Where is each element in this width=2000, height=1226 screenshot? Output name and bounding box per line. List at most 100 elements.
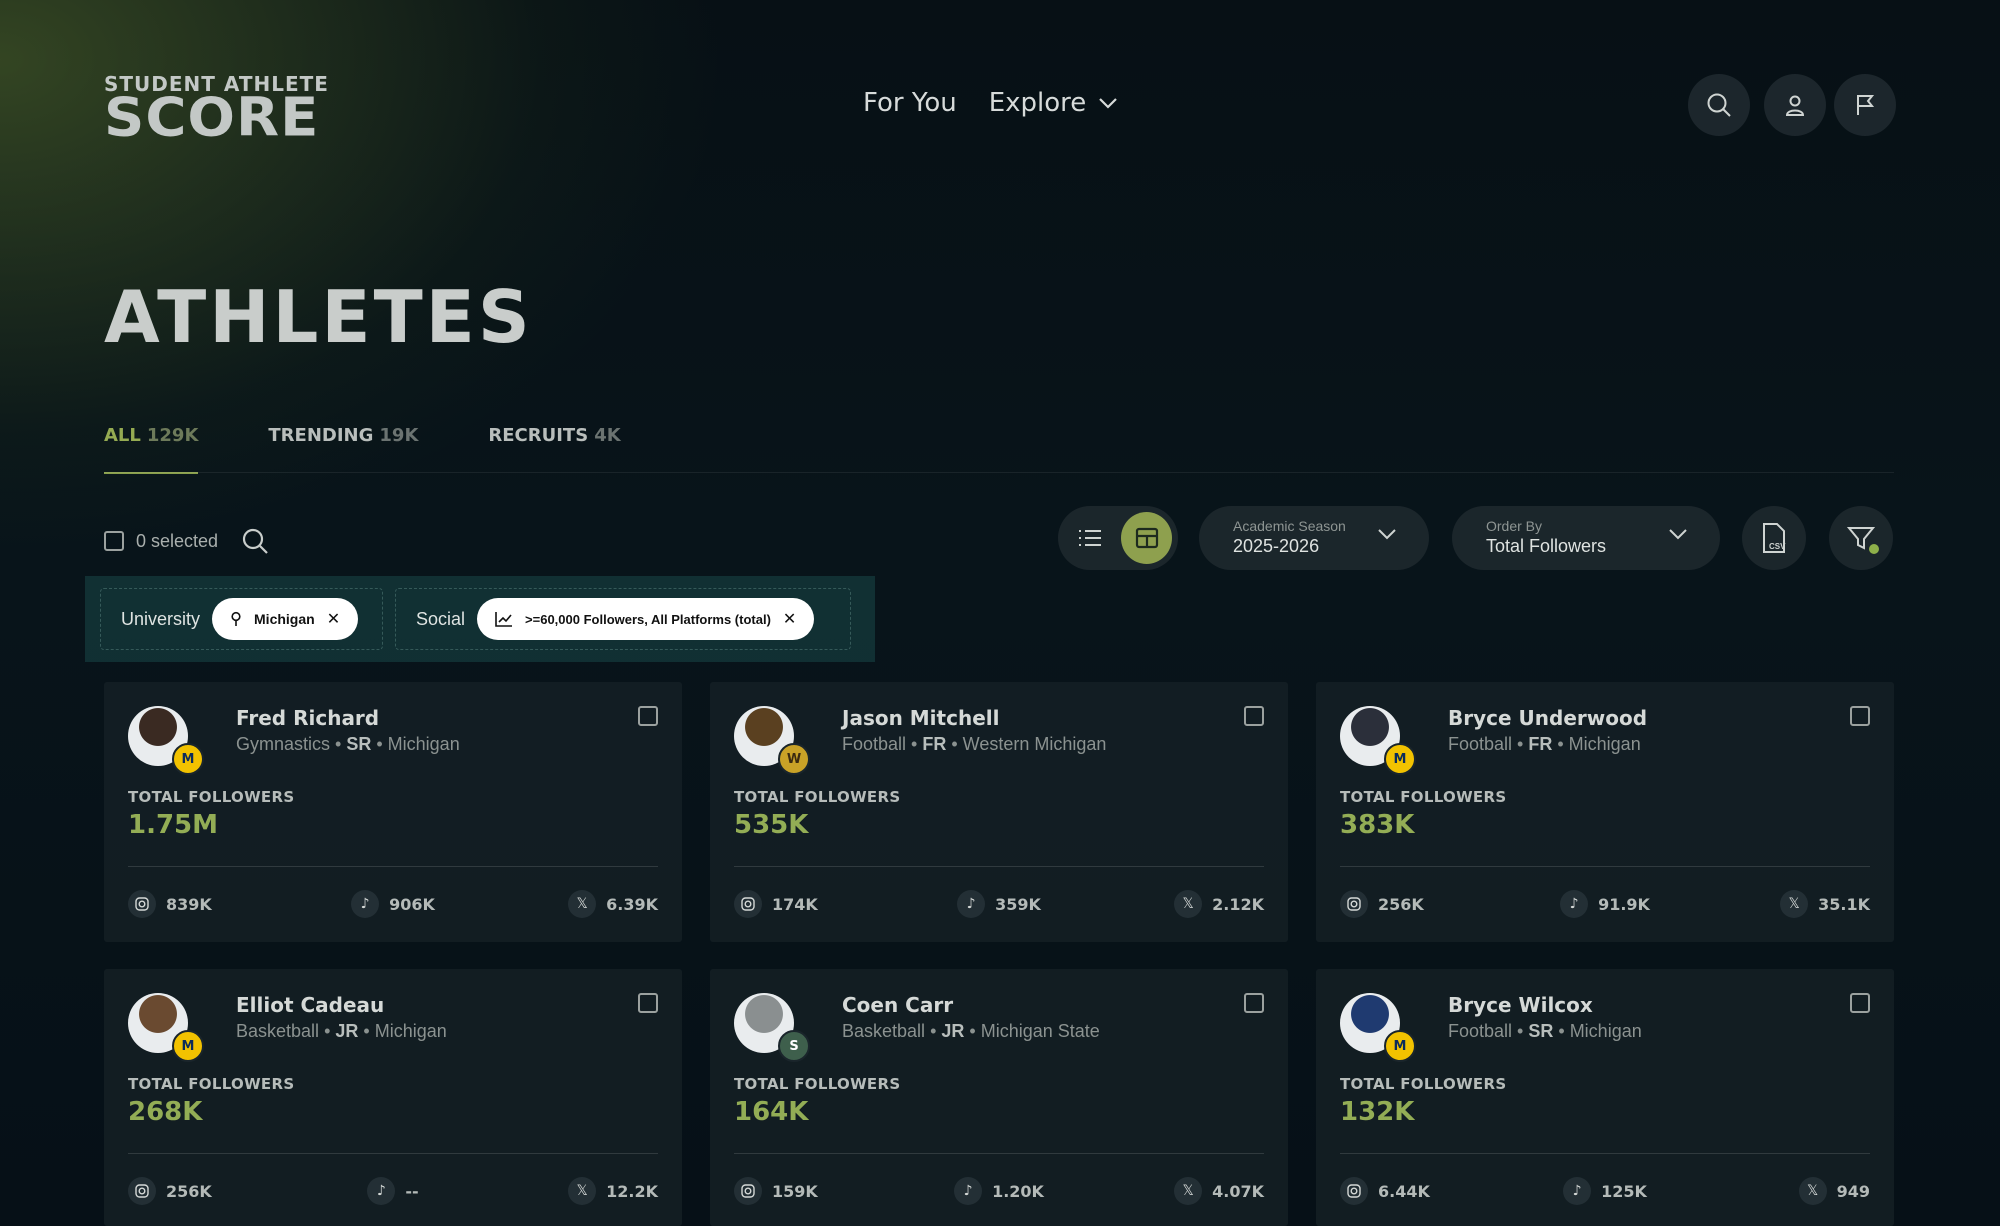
athlete-name[interactable]: Elliot Cadeau	[236, 993, 384, 1017]
athlete-name[interactable]: Fred Richard	[236, 706, 379, 730]
social-filter: Social >=60,000 Followers, All Platforms…	[395, 588, 851, 650]
total-followers-label: TOTAL FOLLOWERS	[1340, 788, 1507, 806]
nav-explore[interactable]: Explore	[989, 88, 1119, 118]
tiktok-count: 359K	[995, 894, 1041, 914]
tiktok-icon: ♪	[954, 1177, 983, 1205]
athlete-name[interactable]: Jason Mitchell	[842, 706, 999, 730]
school-badge: M	[172, 743, 204, 775]
athlete-card[interactable]: M Bryce Underwood Football • FR • Michig…	[1316, 682, 1894, 942]
athlete-card[interactable]: S Coen Carr Basketball • JR • Michigan S…	[710, 969, 1288, 1226]
x-count: 4.07K	[1212, 1181, 1264, 1201]
x-icon: 𝕏	[1174, 1177, 1203, 1205]
x-count: 949	[1836, 1181, 1870, 1201]
tiktok-count: 125K	[1601, 1181, 1647, 1201]
athlete-name[interactable]: Bryce Wilcox	[1448, 993, 1593, 1017]
athlete-sport: Gymnastics	[236, 734, 331, 754]
tiktok-icon: ♪	[1560, 890, 1589, 918]
athlete-year: SR	[1528, 1021, 1554, 1041]
order-label: Order By	[1486, 518, 1543, 534]
tab-trending[interactable]: TRENDING 19K	[268, 425, 418, 474]
athlete-sport: Football	[1448, 734, 1513, 754]
total-followers-value: 1.75M	[128, 810, 219, 840]
x-icon: 𝕏	[1174, 890, 1203, 918]
logo[interactable]: STUDENT ATHLETE SCORE	[104, 74, 329, 148]
export-csv-button[interactable]: CSV	[1742, 506, 1806, 570]
school-badge-letter: M	[1393, 751, 1407, 767]
card-divider	[128, 1153, 658, 1154]
list-view-button[interactable]	[1064, 512, 1115, 564]
grid-icon	[1135, 527, 1158, 549]
season-label: Academic Season	[1233, 518, 1346, 534]
school-badge: M	[172, 1030, 204, 1062]
location-pin-icon	[231, 611, 241, 626]
x-icon: 𝕏	[1798, 1177, 1827, 1205]
tab-trending-count: 19K	[379, 425, 419, 446]
athlete-year: JR	[335, 1021, 359, 1041]
grid-view-button[interactable]	[1121, 512, 1172, 564]
athlete-sport: Football	[842, 734, 907, 754]
tiktok-icon: ♪	[957, 890, 986, 918]
nav-explore-label: Explore	[988, 88, 1087, 118]
select-all-checkbox[interactable]	[104, 531, 124, 551]
tab-bar: ALL 129K TRENDING 19K RECRUITS 4K	[104, 425, 621, 474]
nav-for-you[interactable]: For You	[863, 88, 957, 118]
athlete-card[interactable]: M Bryce Wilcox Football • SR • Michigan …	[1316, 969, 1894, 1226]
school-badge-letter: M	[1393, 1038, 1407, 1054]
card-select-checkbox[interactable]	[638, 993, 658, 1013]
card-select-checkbox[interactable]	[638, 706, 658, 726]
tab-recruits-label: RECRUITS	[488, 425, 589, 446]
x-icon: 𝕏	[568, 1177, 597, 1205]
card-select-checkbox[interactable]	[1244, 993, 1264, 1013]
tiktok-count: 906K	[389, 894, 435, 914]
university-filter: University Michigan ✕	[100, 588, 383, 650]
card-divider	[734, 866, 1264, 867]
school-badge-letter: W	[786, 751, 802, 767]
close-icon[interactable]: ✕	[783, 609, 796, 629]
total-followers-value: 383K	[1340, 810, 1415, 840]
x-stat: 𝕏 2.12K	[1174, 890, 1264, 918]
x-count: 6.39K	[606, 894, 658, 914]
school-badge: S	[778, 1030, 810, 1062]
flag-icon	[1857, 95, 1875, 115]
card-divider	[1340, 1153, 1870, 1154]
card-select-checkbox[interactable]	[1850, 993, 1870, 1013]
athlete-school: Michigan	[1569, 1021, 1642, 1041]
csv-text: CSV	[1769, 542, 1786, 551]
athlete-card[interactable]: W Jason Mitchell Football • FR • Western…	[710, 682, 1288, 942]
athlete-name[interactable]: Bryce Underwood	[1448, 706, 1647, 730]
athlete-card[interactable]: M Fred Richard Gymnastics • SR • Michiga…	[104, 682, 682, 942]
tiktok-count: --	[405, 1181, 419, 1201]
tab-recruits[interactable]: RECRUITS 4K	[488, 425, 620, 474]
social-chip[interactable]: >=60,000 Followers, All Platforms (total…	[477, 598, 815, 640]
close-icon[interactable]: ✕	[327, 609, 340, 629]
filter-button[interactable]	[1829, 506, 1893, 570]
card-select-checkbox[interactable]	[1244, 706, 1264, 726]
tiktok-count: 1.20K	[992, 1181, 1044, 1201]
x-count: 35.1K	[1818, 894, 1870, 914]
athlete-school: Michigan	[387, 734, 460, 754]
account-button[interactable]	[1764, 74, 1826, 136]
flag-button[interactable]	[1834, 74, 1896, 136]
season-dropdown[interactable]: Academic Season 2025-2026	[1199, 506, 1429, 570]
card-divider	[734, 1153, 1264, 1154]
search-button[interactable]	[1688, 74, 1750, 136]
tab-all[interactable]: ALL 129K	[104, 425, 199, 474]
social-filter-label: Social	[416, 608, 466, 629]
csv-file-icon: CSV	[1763, 523, 1786, 553]
list-icon	[1078, 530, 1101, 546]
athlete-school: Michigan State	[980, 1021, 1100, 1041]
athlete-meta: Football • SR • Michigan	[1448, 1021, 1642, 1041]
search-icon[interactable]	[240, 526, 270, 556]
university-chip[interactable]: Michigan ✕	[212, 598, 359, 640]
tab-recruits-count: 4K	[594, 425, 621, 446]
tiktok-icon: ♪	[367, 1177, 396, 1205]
card-select-checkbox[interactable]	[1850, 706, 1870, 726]
tiktok-icon: ♪	[1563, 1177, 1592, 1205]
order-by-dropdown[interactable]: Order By Total Followers	[1452, 506, 1720, 570]
athlete-card[interactable]: M Elliot Cadeau Basketball • JR • Michig…	[104, 969, 682, 1226]
total-followers-label: TOTAL FOLLOWERS	[734, 1075, 901, 1093]
x-icon: 𝕏	[1780, 890, 1809, 918]
athlete-name[interactable]: Coen Carr	[842, 993, 953, 1017]
tabs-divider	[104, 472, 1894, 473]
athlete-sport: Basketball	[236, 1021, 320, 1041]
